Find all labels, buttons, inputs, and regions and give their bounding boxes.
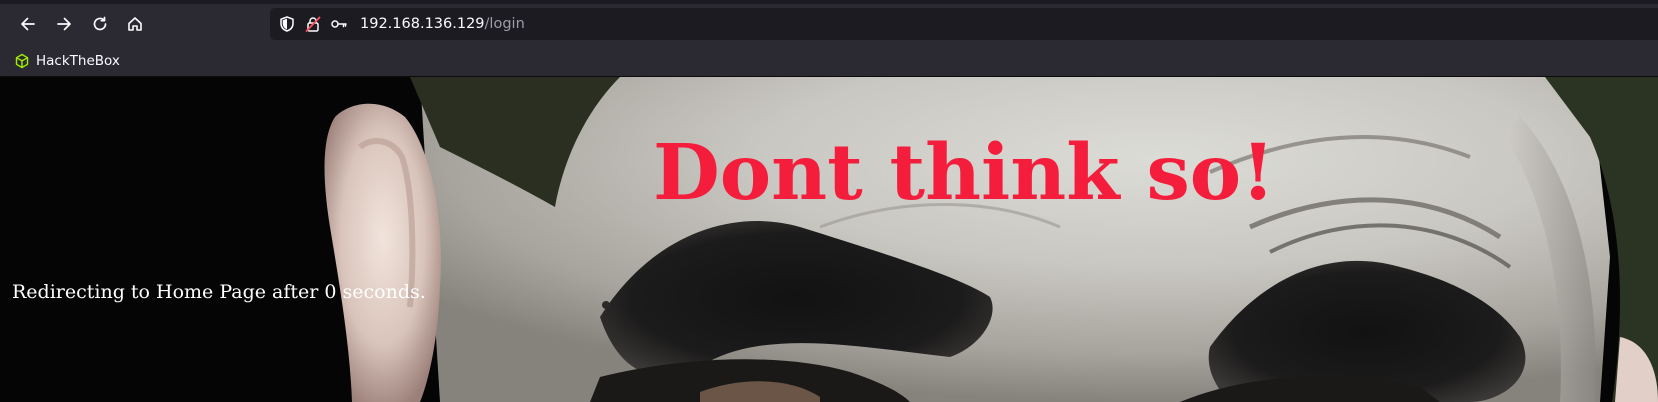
- page-headline: Dont think so!: [653, 128, 1275, 218]
- navigation-toolbar: 192.168.136.129/login: [0, 0, 1658, 46]
- shield-icon[interactable]: [278, 15, 296, 33]
- back-button[interactable]: [13, 9, 43, 39]
- bookmark-hackthebox[interactable]: HackTheBox: [14, 51, 120, 71]
- bookmark-label: HackTheBox: [36, 53, 120, 69]
- tab-strip-edge: [0, 0, 1658, 4]
- redirect-message: Redirecting to Home Page after 0 seconds…: [12, 281, 426, 303]
- insecure-lock-icon[interactable]: [304, 15, 322, 33]
- key-icon[interactable]: [330, 15, 348, 33]
- hackthebox-cube-icon: [15, 53, 29, 69]
- reload-button[interactable]: [85, 9, 115, 39]
- browser-window: 192.168.136.129/login HackTheBox Dont th…: [0, 0, 1658, 402]
- url-host: 192.168.136.129: [360, 16, 485, 32]
- back-arrow-icon: [21, 17, 35, 31]
- address-bar[interactable]: 192.168.136.129/login: [270, 8, 1658, 40]
- home-icon: [128, 17, 142, 31]
- forward-button[interactable]: [49, 9, 79, 39]
- page-content: Dont think so! Redirecting to Home Page …: [0, 77, 1658, 402]
- url-path: /login: [484, 16, 525, 32]
- bookmarks-toolbar: HackTheBox: [0, 46, 1658, 77]
- forward-arrow-icon: [57, 17, 71, 31]
- url-text[interactable]: 192.168.136.129/login: [360, 15, 525, 33]
- home-button[interactable]: [120, 9, 150, 39]
- reload-icon: [93, 16, 107, 31]
- joker-face-background: [0, 77, 1658, 402]
